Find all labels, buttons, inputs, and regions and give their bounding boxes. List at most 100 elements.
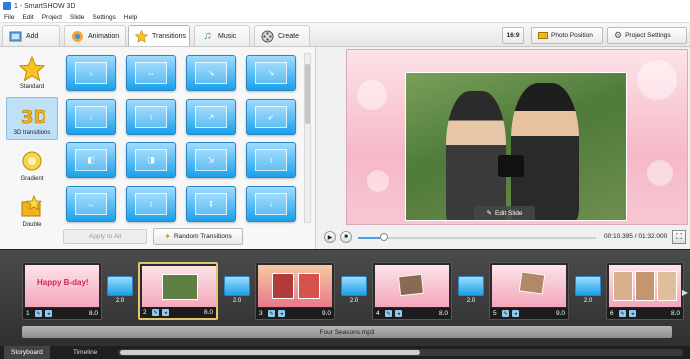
category-double[interactable]: Double: [6, 189, 58, 232]
playback-time: 00:10.395 / 01:32.000: [604, 233, 668, 240]
transition-thumbnail: [341, 276, 367, 296]
photo-frame: [298, 273, 320, 299]
tab-animation[interactable]: Animation: [64, 25, 126, 46]
scrollbar-thumb[interactable]: [305, 64, 310, 124]
menu-settings[interactable]: Settings: [92, 14, 116, 21]
menu-help[interactable]: Help: [124, 14, 137, 21]
photo-position-button[interactable]: Photo Position: [531, 27, 603, 44]
transition-tile[interactable]: ↘: [186, 55, 236, 91]
scrollbar-thumb[interactable]: [120, 350, 420, 355]
sound-icon[interactable]: ◂: [45, 310, 52, 317]
transition-slot[interactable]: 2.0: [341, 276, 367, 306]
playback-knob[interactable]: [380, 233, 389, 241]
category-list: Standard 3D 3D transitions Gradient Doub…: [6, 51, 60, 235]
title-bar: 1 - SmartSHOW 3D: [0, 0, 690, 12]
transition-tile[interactable]: ↕: [126, 98, 176, 135]
star-icon: [135, 29, 148, 43]
edit-icon[interactable]: ✎: [268, 310, 275, 317]
animation-icon: [71, 30, 84, 43]
photo-frame: [398, 273, 424, 297]
transition-tile[interactable]: ◨: [126, 142, 176, 178]
fullscreen-button[interactable]: ⛶: [672, 230, 686, 244]
category-3d-transitions[interactable]: 3D 3D transitions: [6, 97, 58, 140]
sound-icon[interactable]: ◂: [162, 309, 169, 316]
edit-icon[interactable]: ✎: [385, 310, 392, 317]
svg-text:3D: 3D: [21, 107, 45, 128]
slide-thumbnail[interactable]: 6 ✎ ◂ 8.0: [606, 262, 684, 320]
aspect-ratio-button[interactable]: 16:9: [502, 27, 524, 44]
sound-icon[interactable]: ◂: [278, 310, 285, 317]
random-transitions-button[interactable]: ✦ Random Transitions: [153, 228, 243, 245]
menu-file[interactable]: File: [4, 14, 14, 21]
transition-tile[interactable]: ↔: [126, 55, 176, 91]
toolbar: Add Animation Transitions ♫ Music Create…: [0, 23, 690, 47]
audio-track[interactable]: Four Seasons.mp3: [22, 326, 672, 338]
menu-slide[interactable]: Slide: [70, 14, 84, 21]
playback-bar: ▶ ■ 00:10.395 / 01:32.000 ⛶: [320, 228, 690, 248]
transition-tile[interactable]: ↗: [186, 98, 236, 135]
apply-to-all-button[interactable]: Apply to All: [63, 229, 147, 244]
edit-icon[interactable]: ✎: [502, 310, 509, 317]
transition-tile[interactable]: ↓: [246, 185, 296, 222]
scroll-right-icon[interactable]: ▶: [682, 288, 688, 297]
slide-image: [142, 266, 216, 308]
slide-thumbnail[interactable]: 5 ✎ ◂ 9.0: [489, 262, 569, 320]
tab-storyboard[interactable]: Storyboard: [4, 346, 50, 359]
edit-icon[interactable]: ✎: [152, 309, 159, 316]
slide-thumbnail[interactable]: 3 ✎ ◂ 9.0: [255, 262, 335, 320]
tab-timeline[interactable]: Timeline: [66, 346, 104, 359]
slide-thumbnail[interactable]: 4 ✎ ◂ 8.0: [372, 262, 452, 320]
menu-project[interactable]: Project: [42, 14, 62, 21]
sound-icon[interactable]: ◂: [629, 310, 636, 317]
transition-tile[interactable]: ↔: [66, 185, 116, 222]
transition-tile[interactable]: ↕: [126, 185, 176, 222]
transition-tile[interactable]: ◧: [66, 142, 116, 178]
play-button[interactable]: ▶: [324, 231, 336, 243]
transition-slot[interactable]: 2.0: [107, 276, 133, 306]
tab-add[interactable]: Add: [2, 25, 60, 46]
stop-button[interactable]: ■: [340, 231, 352, 243]
project-settings-button[interactable]: ⚙ Project Settings: [607, 27, 687, 44]
transition-tile[interactable]: ↘: [246, 55, 296, 91]
music-icon: ♫: [203, 30, 212, 42]
slide-image: [258, 265, 332, 307]
menu-edit[interactable]: Edit: [22, 14, 33, 21]
transition-tile[interactable]: ↕: [246, 142, 296, 178]
tab-music[interactable]: ♫ Music: [194, 25, 250, 46]
transition-slot[interactable]: 2.0: [224, 276, 250, 306]
transition-tile[interactable]: ↓: [66, 98, 116, 135]
stop-icon: ■: [344, 234, 348, 240]
transitions-scrollbar[interactable]: [304, 53, 311, 223]
person-right: [511, 83, 579, 220]
edit-icon[interactable]: ✎: [619, 310, 626, 317]
slide-footer: 6 ✎ ◂ 8.0: [607, 308, 683, 319]
slide-thumbnail[interactable]: Happy B-day! 1 ✎ ◂ 8.0: [22, 262, 102, 320]
photo-position-icon: [538, 32, 548, 39]
transition-duration: 2.0: [115, 298, 125, 304]
transition-tile[interactable]: ⇕: [186, 185, 236, 222]
edit-icon[interactable]: ✎: [35, 310, 42, 317]
transition-duration: 2.0: [349, 298, 359, 304]
tab-create[interactable]: Create: [254, 25, 310, 46]
play-icon: ▶: [327, 234, 333, 241]
category-standard[interactable]: Standard: [6, 51, 58, 94]
transition-tile[interactable]: ↙: [246, 98, 296, 135]
edit-slide-button[interactable]: ✎ Edit Slide: [474, 206, 535, 220]
double-star-icon: [21, 194, 43, 217]
sound-icon[interactable]: ◂: [395, 310, 402, 317]
photo-frame: [518, 271, 546, 295]
slide-thumbnail[interactable]: 2 ✎ ◂ 8.0: [138, 262, 218, 320]
sound-icon[interactable]: ◂: [512, 310, 519, 317]
transition-tile[interactable]: ⇲: [186, 142, 236, 178]
add-icon: [9, 30, 22, 43]
transition-slot[interactable]: 2.0: [458, 276, 484, 306]
film-reel-icon: [261, 30, 274, 43]
storyboard-scrollbar[interactable]: [118, 349, 683, 356]
person-left: [446, 91, 506, 220]
tab-transitions[interactable]: Transitions: [128, 25, 190, 46]
playback-track[interactable]: [358, 237, 596, 239]
transition-tile[interactable]: ↓: [66, 55, 116, 91]
category-gradient[interactable]: Gradient: [6, 143, 58, 186]
window-title: 1 - SmartSHOW 3D: [14, 2, 76, 10]
transition-slot[interactable]: 2.0: [575, 276, 601, 306]
